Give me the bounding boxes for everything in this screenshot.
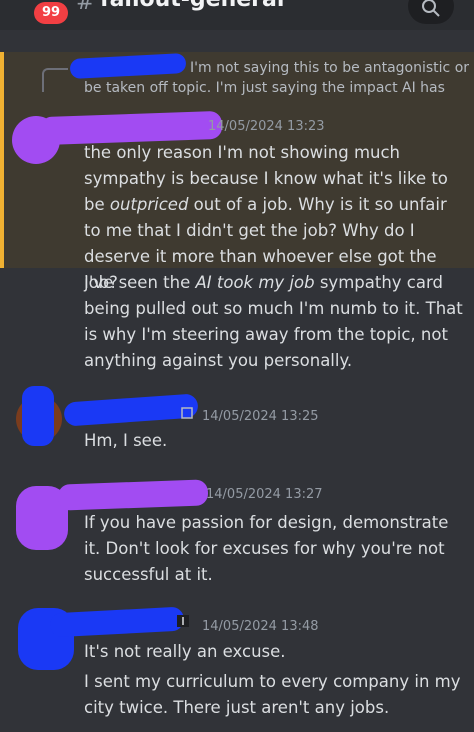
redacted-avatar [22,386,54,446]
channel-hash-icon: # [76,0,95,15]
search-button[interactable] [408,0,454,24]
reply-preview-text[interactable]: I'm not saying this to be antagonistic o… [84,58,470,98]
role-icon [181,407,193,419]
message-timestamp: 14/05/2024 13:48 [202,619,319,634]
message-timestamp: 14/05/2024 13:23 [208,119,325,134]
search-icon [422,0,440,17]
chevron-right-icon[interactable]: › [270,0,276,6]
role-icon [177,615,189,627]
message-text: If you have passion for design, demonstr… [84,513,449,584]
reply-connector [42,68,68,92]
channel-header: 99 # fallout-general › [0,0,474,30]
message-timestamp: 14/05/2024 13:27 [206,487,323,502]
unread-badge[interactable]: 99 [34,2,68,24]
message-text: I sent my curriculum to every company in… [84,672,461,717]
message-body: I've seen the AI took my job sympathy ca… [84,270,468,374]
message-text: It's not really an excuse. [84,642,286,661]
redacted-username [63,393,199,427]
message-italic-text: AI took my job [195,273,315,292]
message-timestamp: 14/05/2024 13:25 [202,409,319,424]
channel-title[interactable]: fallout-general [100,0,284,12]
redacted-username [49,606,185,638]
mention-highlight-bar [0,52,4,268]
message-text: I've seen the [84,273,196,292]
redacted-username [57,479,209,511]
message-italic-text: outpriced [109,195,189,214]
message-text: Hm, I see. [84,431,168,450]
